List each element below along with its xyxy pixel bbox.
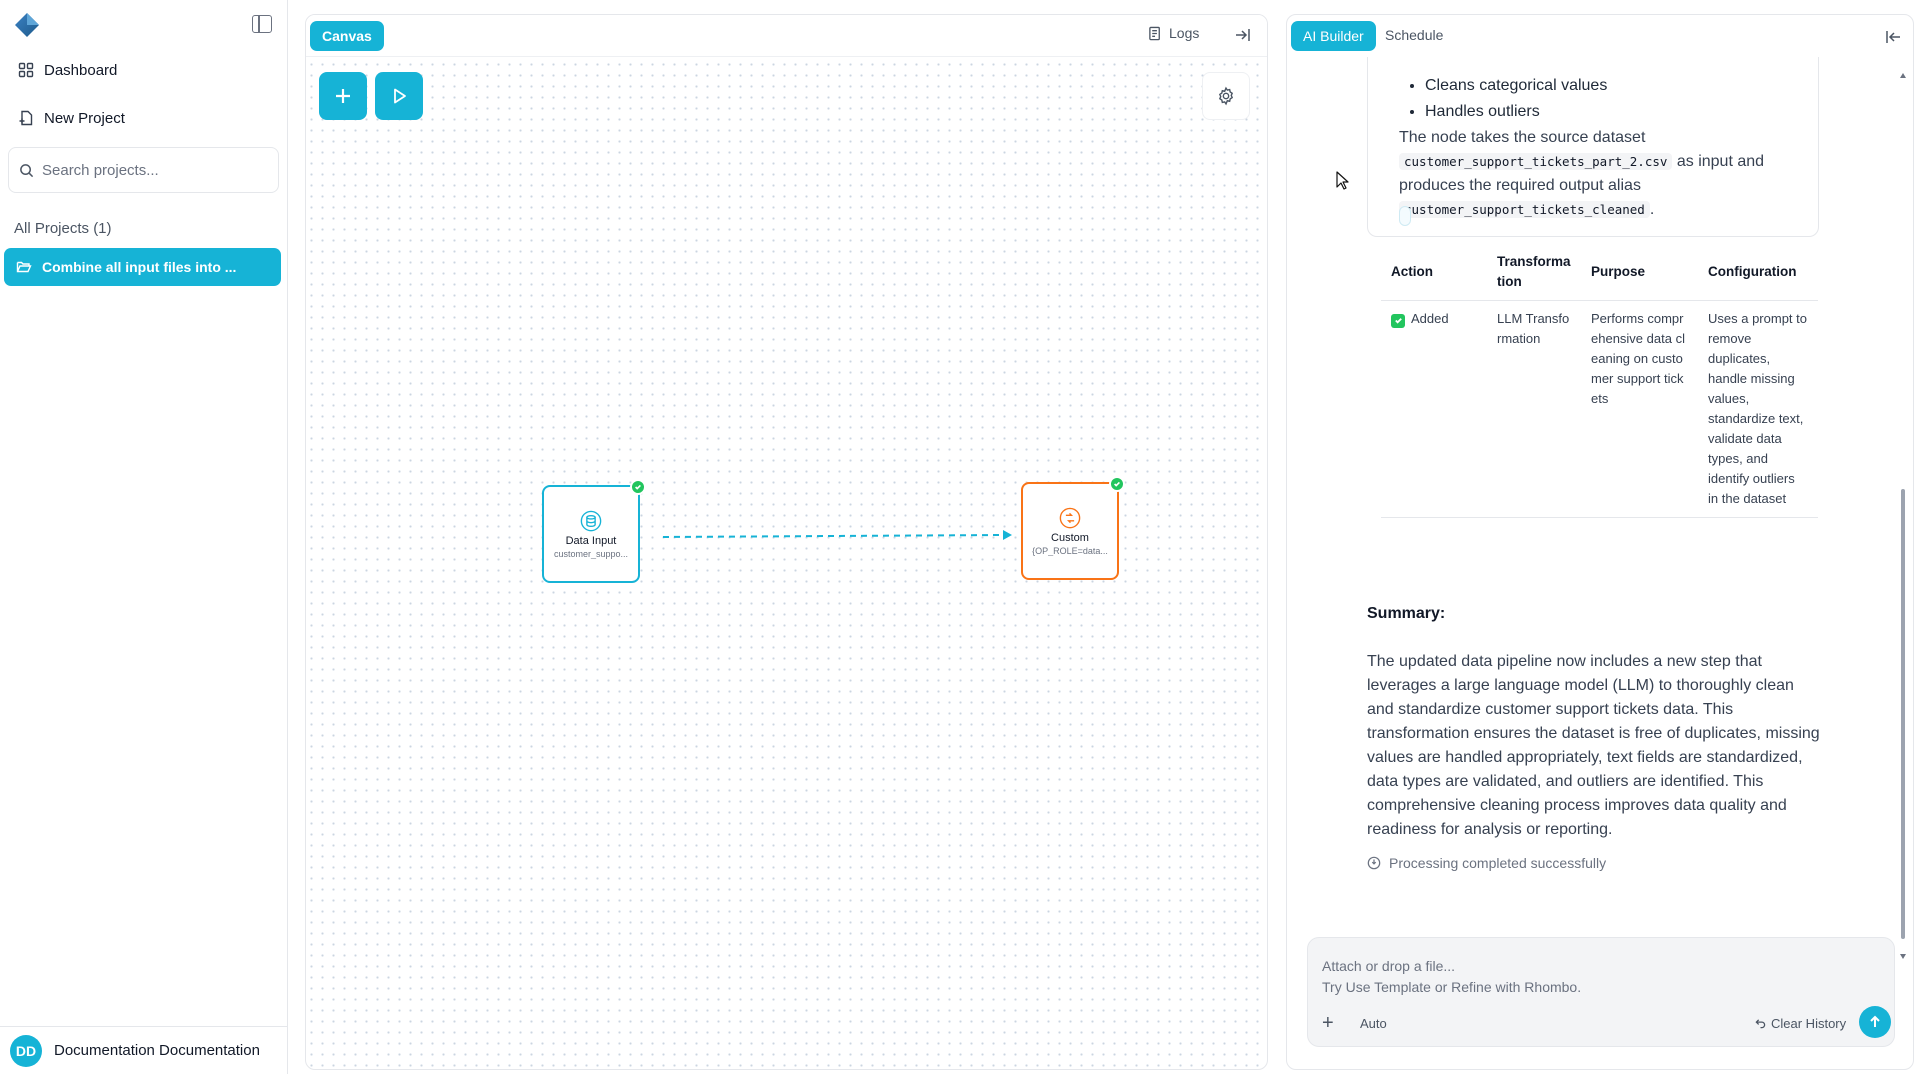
folder-open-icon [16, 261, 32, 273]
avatar: DD [10, 1034, 42, 1067]
ai-builder-panel: AI Builder Schedule Cleans categorical v… [1286, 14, 1914, 1070]
table-cell-configuration: Uses a prompt to remove duplicates, hand… [1698, 300, 1818, 518]
pipeline-edge [662, 530, 1012, 540]
database-icon [580, 510, 602, 531]
search-input[interactable] [42, 161, 262, 179]
processing-status-label: Processing completed successfully [1389, 855, 1607, 871]
check-icon [1391, 313, 1405, 328]
canvas-panel[interactable]: Canvas Logs Data Input customer_suppo...… [305, 14, 1268, 1070]
node-subtitle: customer_suppo... [553, 548, 629, 559]
message-paragraph: The node takes the source dataset custom… [1399, 126, 1809, 222]
text-segment: . [1649, 201, 1655, 218]
table-cell-purpose: Performs comprehensive data cleaning on … [1581, 300, 1698, 518]
tab-schedule[interactable]: Schedule [1385, 27, 1443, 43]
empty-pill [1399, 206, 1411, 226]
table-cell-action: Added [1381, 300, 1487, 518]
scroll-up-arrow-icon[interactable] [1900, 73, 1906, 78]
node-title: Custom [1051, 531, 1089, 544]
node-subtitle: {OP_ROLE=data... [1032, 545, 1108, 556]
processing-status: Processing completed successfully [1367, 855, 1606, 871]
scroll-down-arrow-icon[interactable] [1900, 954, 1906, 959]
user-footer[interactable]: DD Documentation Documentation [0, 1026, 288, 1074]
project-item[interactable]: Combine all input files into ... [4, 248, 281, 286]
summary-text: The updated data pipeline now includes a… [1367, 653, 1820, 838]
nav-new-project-label: New Project [44, 109, 125, 127]
node-custom[interactable]: Custom {OP_ROLE=data... [1021, 476, 1125, 580]
arrow-up-icon [1870, 1015, 1880, 1027]
collapse-left-icon[interactable] [1884, 28, 1902, 46]
chat-history[interactable]: Cleans categorical values Handles outlie… [1287, 57, 1899, 937]
info-circle-icon [1367, 856, 1381, 870]
right-panel-tabs: AI Builder Schedule [1287, 15, 1913, 57]
node-status-check-icon [630, 479, 646, 495]
list-item: Cleans categorical values [1425, 73, 1607, 99]
project-item-label: Combine all input files into ... [42, 259, 237, 275]
mode-selector[interactable]: Auto [1360, 1016, 1387, 1031]
node-data-input[interactable]: Data Input customer_suppo... [542, 479, 646, 583]
text-segment: The node takes the source dataset [1399, 129, 1646, 146]
table-cell-transformation: LLM Transformation [1487, 300, 1581, 518]
attach-plus-icon[interactable]: + [1322, 1012, 1334, 1035]
summary-title: Summary: [1367, 605, 1446, 622]
sidebar-toggle-icon[interactable] [252, 15, 272, 33]
chat-composer[interactable]: Attach or drop a file... Try Use Templat… [1307, 937, 1895, 1047]
chat-scrollbar[interactable] [1899, 73, 1907, 959]
table-row: Added LLM Transformation Performs compre… [1381, 300, 1818, 518]
code-output-alias: customer_support_tickets_cleaned [1399, 201, 1650, 218]
table-header: Purpose [1581, 244, 1698, 301]
grid-icon [18, 62, 34, 78]
new-file-icon [19, 110, 33, 126]
user-name: Documentation Documentation [54, 1042, 260, 1059]
composer-placeholder-line: Attach or drop a file... [1322, 958, 1456, 974]
nav-dashboard-label: Dashboard [44, 61, 118, 79]
app-logo-icon[interactable] [14, 12, 40, 38]
project-search [8, 147, 279, 193]
table-header: Action [1381, 244, 1487, 301]
send-button[interactable] [1859, 1006, 1891, 1038]
search-icon [20, 163, 34, 177]
table-header: Configuration [1698, 244, 1818, 301]
sidebar: Dashboard New Project All Projects (1) C… [0, 0, 288, 1074]
nav-new-project[interactable]: New Project [18, 104, 125, 132]
all-projects-label: All Projects (1) [14, 220, 112, 237]
node-status-check-icon [1109, 476, 1125, 492]
undo-icon [1755, 1019, 1766, 1029]
action-label: Added [1411, 311, 1449, 326]
composer-placeholder-line: Try Use Template or Refine with Rhombo. [1322, 979, 1582, 995]
mouse-cursor-icon [1336, 171, 1349, 190]
list-item: Handles outliers [1425, 99, 1607, 125]
clear-history-button[interactable]: Clear History [1755, 1016, 1846, 1031]
custom-transform-icon [1059, 507, 1081, 528]
tab-ai-builder[interactable]: AI Builder [1291, 21, 1376, 51]
message-bullet-list: Cleans categorical values Handles outlie… [1405, 73, 1607, 125]
scroll-thumb[interactable] [1901, 489, 1905, 939]
table-header: Transformation [1487, 244, 1581, 301]
table-header-row: Action Transformation Purpose Configurat… [1381, 244, 1818, 301]
changes-table: Action Transformation Purpose Configurat… [1381, 244, 1818, 518]
code-source-dataset: customer_support_tickets_part_2.csv [1399, 153, 1673, 170]
node-title: Data Input [565, 534, 617, 547]
nav-dashboard[interactable]: Dashboard [18, 56, 117, 84]
composer-placeholder[interactable]: Attach or drop a file... Try Use Templat… [1322, 956, 1581, 998]
clear-history-label: Clear History [1771, 1016, 1847, 1031]
